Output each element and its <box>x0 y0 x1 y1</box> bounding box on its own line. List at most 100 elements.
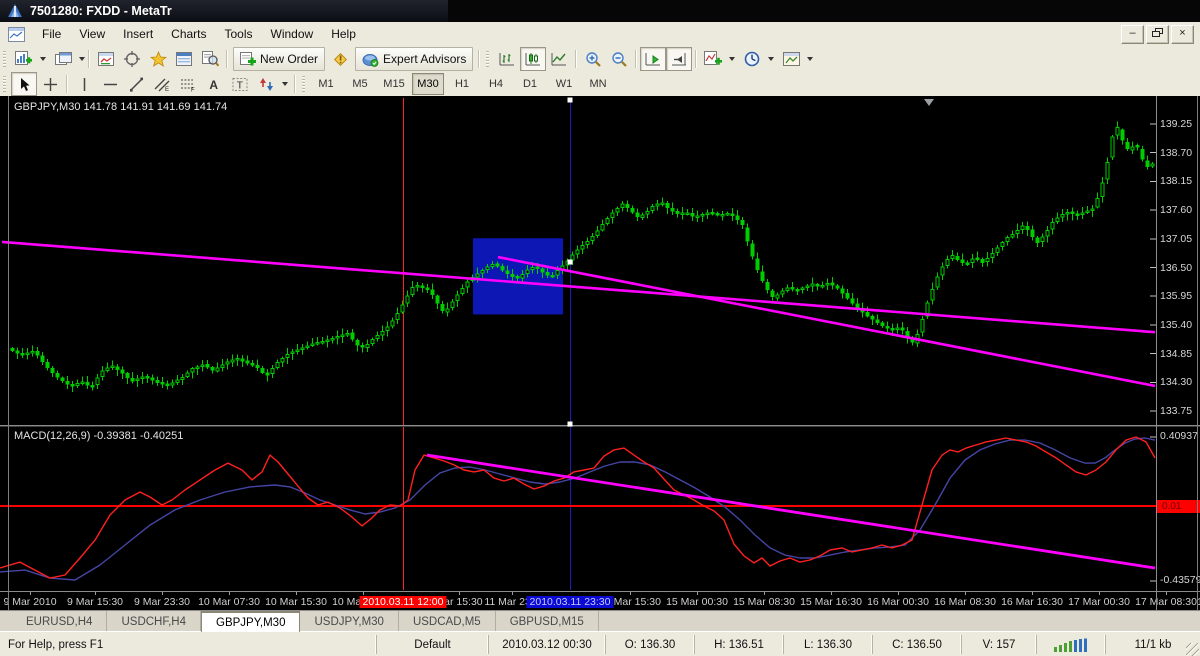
chart-tab-usdchf-h4[interactable]: USDCHF,H4 <box>107 611 201 632</box>
time-axis-label: 9 Mar 15:30 <box>67 596 123 608</box>
autotrading-alert-button[interactable] <box>327 47 353 71</box>
chart-right-border <box>1197 96 1198 610</box>
cursor-button[interactable] <box>11 72 37 96</box>
child-close-button[interactable]: × <box>1171 25 1194 44</box>
zoom-out-button[interactable] <box>606 47 632 71</box>
templates-caret[interactable] <box>807 57 813 61</box>
templates-button[interactable] <box>778 47 804 71</box>
toolbar-grip[interactable] <box>486 51 489 67</box>
bar-chart-button[interactable] <box>494 47 520 71</box>
time-axis-label: 15 Mar 08:30 <box>733 596 795 608</box>
periods-button[interactable] <box>739 47 765 71</box>
connection-bars-icon <box>1036 635 1105 654</box>
arrows-caret[interactable] <box>282 82 288 86</box>
status-cell-1: O: 136.30 <box>605 635 694 654</box>
horizontal-line-button[interactable] <box>97 72 123 96</box>
time-axis-tick <box>512 592 513 595</box>
candlestick-chart-button[interactable] <box>520 47 546 71</box>
trendline-button[interactable] <box>123 72 149 96</box>
menu-charts[interactable]: Charts <box>162 24 215 44</box>
time-axis-label: 17 Mar 00:30 <box>1068 596 1130 608</box>
text-button[interactable]: A <box>201 72 227 96</box>
price-axis-label: 139.25 <box>1160 118 1198 130</box>
profiles-button[interactable] <box>50 47 76 71</box>
menu-file[interactable]: File <box>33 24 70 44</box>
menu-help[interactable]: Help <box>322 24 365 44</box>
chart-tab-gbpusd-m15[interactable]: GBPUSD,M15 <box>496 611 599 632</box>
market-watch-button[interactable] <box>93 47 119 71</box>
resize-grip[interactable] <box>1186 643 1199 656</box>
time-axis-tick <box>898 592 899 595</box>
chart-tab-usdcad-m5[interactable]: USDCAD,M5 <box>399 611 496 632</box>
status-profile[interactable]: Default <box>376 635 488 654</box>
macd-label: MACD(12,26,9) -0.39381 -0.40251 <box>14 430 183 442</box>
macd-axis-top-label: 0.40937 <box>1160 430 1198 442</box>
svg-text:A: A <box>209 78 218 92</box>
time-axis-label: 16 Mar 16:30 <box>1001 596 1063 608</box>
expert-advisors-label: Expert Advisors <box>383 52 466 66</box>
toolbar-grip[interactable] <box>3 51 6 67</box>
zoom-in-button[interactable] <box>580 47 606 71</box>
price-axis-label: 137.60 <box>1160 204 1198 216</box>
macd-zero-price-label: 0.01 <box>1157 500 1200 513</box>
window-title: 7501280: FXDD - MetaTr <box>30 4 172 18</box>
strategy-tester-button[interactable] <box>197 47 223 71</box>
terminal-button[interactable] <box>171 47 197 71</box>
new-order-button[interactable]: New Order <box>233 47 325 71</box>
chart-shift-button[interactable] <box>666 47 692 71</box>
chart-canvas[interactable] <box>0 96 1200 610</box>
time-axis-label: 9 Mar 2010 <box>3 596 56 608</box>
price-axis-label: 135.95 <box>1160 290 1198 302</box>
menu-insert[interactable]: Insert <box>114 24 162 44</box>
price-axis-label: 133.75 <box>1160 405 1198 417</box>
new-chart-caret[interactable] <box>40 57 46 61</box>
timeframe-mn-button[interactable]: MN <box>582 73 614 95</box>
indicators-caret[interactable] <box>729 57 735 61</box>
arrows-button[interactable] <box>253 72 279 96</box>
indicators-button[interactable] <box>700 47 726 71</box>
vertical-line-button[interactable] <box>71 72 97 96</box>
timeframe-w1-button[interactable]: W1 <box>548 73 580 95</box>
menu-window[interactable]: Window <box>262 24 323 44</box>
fibonacci-button[interactable]: F <box>175 72 201 96</box>
child-minimize-button[interactable]: – <box>1121 25 1144 44</box>
auto-scroll-button[interactable] <box>640 47 666 71</box>
text-label-button[interactable]: T <box>227 72 253 96</box>
navigator-button[interactable] <box>145 47 171 71</box>
menu-tools[interactable]: Tools <box>216 24 262 44</box>
new-chart-button[interactable] <box>11 47 37 71</box>
price-axis-label: 135.40 <box>1160 319 1198 331</box>
timeframe-h1-button[interactable]: H1 <box>446 73 478 95</box>
profiles-caret[interactable] <box>79 57 85 61</box>
toolbar-grip[interactable] <box>3 76 6 92</box>
time-axis-tick <box>95 592 96 595</box>
svg-text:F: F <box>191 87 195 92</box>
timeframe-d1-button[interactable]: D1 <box>514 73 546 95</box>
chart-tab-usdjpy-m30[interactable]: USDJPY,M30 <box>300 611 398 632</box>
data-window-button[interactable] <box>119 47 145 71</box>
price-axis-label: 136.50 <box>1160 262 1198 274</box>
price-axis-label: 138.70 <box>1160 147 1198 159</box>
titlebar: 7501280: FXDD - MetaTr <box>0 0 1200 22</box>
chart-tab-eurusd-h4[interactable]: EURUSD,H4 <box>12 611 107 632</box>
menu-view[interactable]: View <box>70 24 114 44</box>
standard-toolbar: New Order Expert Advisors <box>0 46 1200 73</box>
time-axis-tick <box>831 592 832 595</box>
periods-caret[interactable] <box>768 57 774 61</box>
crosshair-button[interactable] <box>37 72 63 96</box>
line-chart-button[interactable] <box>546 47 572 71</box>
chart-tab-gbpjpy-m30[interactable]: GBPJPY,M30 <box>201 611 300 632</box>
timeframe-h4-button[interactable]: H4 <box>480 73 512 95</box>
status-cell-5: V: 157 <box>961 635 1036 654</box>
expert-advisors-button[interactable]: Expert Advisors <box>355 47 473 71</box>
timeframe-m5-button[interactable]: M5 <box>344 73 376 95</box>
chart-area[interactable]: GBPJPY,M30 141.78 141.91 141.69 141.74 M… <box>0 96 1200 610</box>
timeframe-m30-button[interactable]: M30 <box>412 73 444 95</box>
time-axis-tick <box>229 592 230 595</box>
child-window-icon[interactable] <box>8 27 25 42</box>
timeframe-m15-button[interactable]: M15 <box>378 73 410 95</box>
child-restore-button[interactable] <box>1146 25 1169 44</box>
timeframe-m1-button[interactable]: M1 <box>310 73 342 95</box>
toolbar-grip[interactable] <box>302 76 305 92</box>
channel-button[interactable]: E <box>149 72 175 96</box>
